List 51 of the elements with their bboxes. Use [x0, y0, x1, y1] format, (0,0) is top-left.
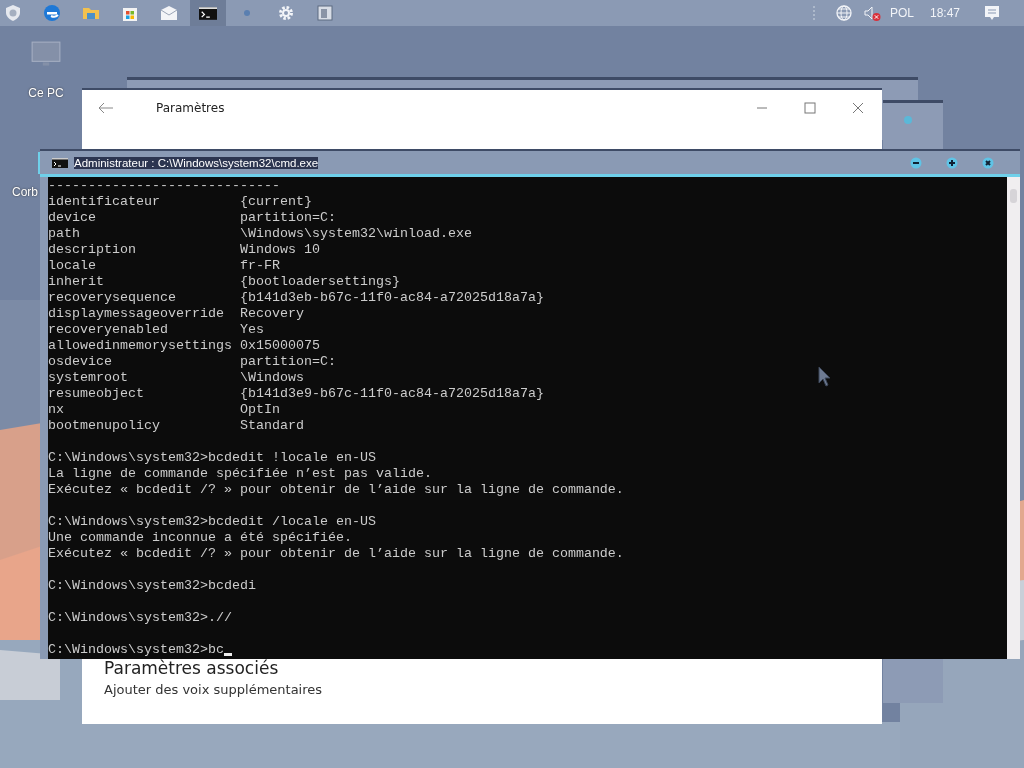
- console-line: Une commande inconnue a été spécifiée.: [48, 530, 352, 546]
- window-icon[interactable]: [315, 3, 335, 23]
- console-line: allowedinmemorysettings 0x15000075: [48, 338, 320, 354]
- close-icon[interactable]: [852, 102, 864, 114]
- globe-icon[interactable]: [833, 3, 854, 23]
- console-line: recoveryenabled Yes: [48, 322, 264, 338]
- scroll-thumb[interactable]: [1010, 189, 1017, 203]
- console-line: path \Windows\system32\winload.exe: [48, 226, 472, 242]
- language-indicator[interactable]: POL: [889, 6, 914, 20]
- active-taskbar-item[interactable]: [190, 0, 226, 26]
- console-line: osdevice partition=C:: [48, 354, 336, 370]
- link[interactable]: Ajouter des voix supplémentaires: [104, 682, 323, 697]
- back-arrow-icon[interactable]: [98, 102, 114, 114]
- mouse-pointer-icon: [818, 366, 832, 388]
- shield-icon[interactable]: [3, 3, 23, 23]
- console-line: nx OptIn: [48, 402, 280, 418]
- console-line: C:\Windows\system32>bcdedit !locale en-US: [48, 450, 376, 466]
- console-line: C:\Windows\system32>bc: [48, 642, 224, 658]
- console-line: La ligne de commande spécifiée n’est pas valide.: [48, 466, 432, 482]
- console-icon: [199, 6, 217, 20]
- maximize-icon[interactable]: [946, 156, 958, 169]
- console-line: description Windows 10: [48, 242, 320, 258]
- console-line: C:\Windows\system32>.//: [48, 610, 232, 626]
- text-cursor: [223, 653, 232, 656]
- settings-icon[interactable]: [276, 3, 296, 23]
- console-line: Exécutez « bcdedit /? » pour obtenir de l’aide sur la ligne de commande.: [48, 546, 624, 562]
- mail-icon[interactable]: [159, 3, 179, 23]
- console-line: inherit {bootloadersettings}: [48, 274, 400, 290]
- window-title: Paramètres: [156, 101, 225, 115]
- section-heading: Paramètres associés: [104, 658, 280, 678]
- console-line: C:\Windows\system32>bcdedit /locale en-US: [48, 514, 376, 530]
- console-line: resumeobject {b141d3e9-b67c-11f0-ac84-a72025d18a7a}: [48, 386, 544, 402]
- console-line: -----------------------------: [48, 178, 280, 194]
- console-line: bootmenupolicy Standard: [48, 418, 304, 434]
- window-title: Administrateur : C:\Windows\system32\cmd.exe: [74, 156, 319, 169]
- desktop-icon-label[interactable]: Corb: [12, 185, 38, 199]
- console-line: device partition=C:: [48, 210, 336, 226]
- console-line: Exécutez « bcdedit /? » pour obtenir de l’aide sur la ligne de commande.: [48, 482, 624, 498]
- console-line: recoverysequence {b141d3eb-b67c-11f0-ac84-a72025d18a7a}: [48, 290, 544, 306]
- clock[interactable]: 18:47: [929, 6, 960, 20]
- minimize-icon[interactable]: [910, 156, 922, 169]
- console-line: C:\Windows\system32>bcdedi: [48, 578, 256, 594]
- desktop-icon-label[interactable]: Ce PC: [28, 86, 64, 100]
- overflow-icon[interactable]: [811, 5, 816, 21]
- browser-icon[interactable]: [42, 3, 62, 23]
- console-icon: [52, 157, 68, 168]
- close-icon[interactable]: [982, 156, 994, 169]
- console-line: displaymessageoverride Recovery: [48, 306, 304, 322]
- console-line: systemroot \Windows: [48, 370, 304, 386]
- console-line: locale fr-FR: [48, 258, 280, 274]
- console-line: identificateur {current}: [48, 194, 312, 210]
